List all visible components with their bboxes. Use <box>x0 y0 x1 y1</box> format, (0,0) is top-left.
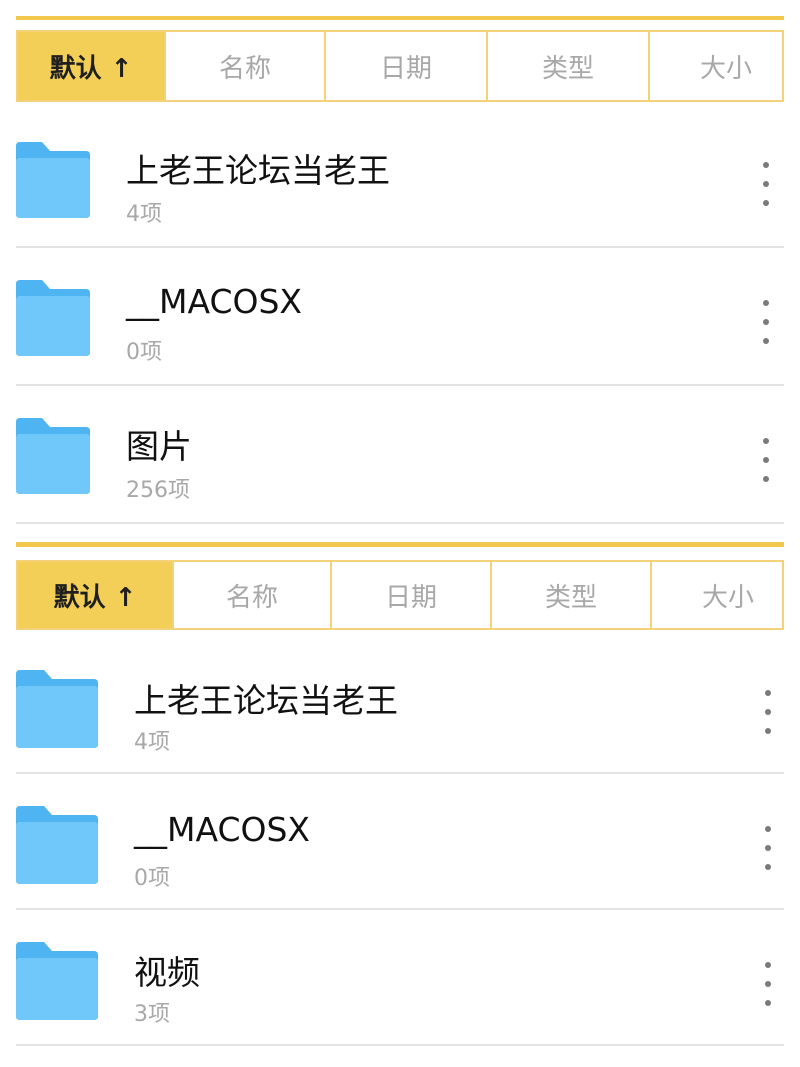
folder-name: __MACOSX <box>126 282 303 321</box>
list-item[interactable]: 图片 256项 <box>0 386 800 524</box>
item-count: 0项 <box>134 866 170 891</box>
sort-tab-size[interactable]: 大小 <box>652 562 782 628</box>
sort-tab-default[interactable]: 默认 ↑ <box>18 32 166 100</box>
folder-icon <box>16 942 98 1020</box>
sort-tab-date[interactable]: 日期 <box>332 562 492 628</box>
more-options-icon[interactable] <box>756 826 780 870</box>
folder-name: 图片 <box>126 427 192 466</box>
folder-icon <box>16 418 90 494</box>
file-list: 上老王论坛当老王 4项 __MACOSX 0项 图片 256项 <box>0 110 800 524</box>
more-options-icon[interactable] <box>754 300 778 344</box>
more-options-icon[interactable] <box>754 438 778 482</box>
item-count: 4项 <box>126 202 162 227</box>
list-item[interactable]: 视频 3项 <box>0 910 800 1046</box>
folder-icon <box>16 806 98 884</box>
folder-icon <box>16 280 90 356</box>
folder-name: 视频 <box>134 953 200 992</box>
item-count: 256项 <box>126 478 190 503</box>
file-list: 上老王论坛当老王 4项 __MACOSX 0项 视频 3项 <box>0 638 800 1046</box>
item-count: 0项 <box>126 340 162 365</box>
folder-name: __MACOSX <box>134 810 311 849</box>
item-count: 3项 <box>134 1002 170 1027</box>
accent-divider <box>16 16 784 20</box>
sort-tab-name[interactable]: 名称 <box>174 562 332 628</box>
folder-name: 上老王论坛当老王 <box>126 151 390 190</box>
sort-tab-type[interactable]: 类型 <box>488 32 650 100</box>
file-browser-panel-bottom: 默认 ↑ 名称 日期 类型 大小 上老王论坛当老王 4项 __MACOSX 0项 <box>0 532 800 1067</box>
sort-tab-type[interactable]: 类型 <box>492 562 652 628</box>
item-count: 4项 <box>134 730 170 755</box>
sort-tab-date[interactable]: 日期 <box>326 32 488 100</box>
list-item[interactable]: __MACOSX 0项 <box>0 248 800 386</box>
more-options-icon[interactable] <box>756 962 780 1006</box>
row-divider <box>16 1044 784 1046</box>
more-options-icon[interactable] <box>754 162 778 206</box>
sort-bar: 默认 ↑ 名称 日期 类型 大小 <box>16 560 784 630</box>
sort-bar: 默认 ↑ 名称 日期 类型 大小 <box>16 30 784 102</box>
sort-tab-default[interactable]: 默认 ↑ <box>18 562 174 628</box>
file-browser-panel-top: 默认 ↑ 名称 日期 类型 大小 上老王论坛当老王 4项 __MACOSX 0项 <box>0 0 800 532</box>
row-divider <box>16 522 784 524</box>
folder-icon <box>16 142 90 218</box>
list-item[interactable]: 上老王论坛当老王 4项 <box>0 110 800 248</box>
list-item[interactable]: 上老王论坛当老王 4项 <box>0 638 800 774</box>
list-item[interactable]: __MACOSX 0项 <box>0 774 800 910</box>
sort-tab-size[interactable]: 大小 <box>650 32 782 100</box>
sort-tab-name[interactable]: 名称 <box>166 32 326 100</box>
accent-divider <box>16 542 784 547</box>
more-options-icon[interactable] <box>756 690 780 734</box>
folder-name: 上老王论坛当老王 <box>134 681 398 720</box>
folder-icon <box>16 670 98 748</box>
